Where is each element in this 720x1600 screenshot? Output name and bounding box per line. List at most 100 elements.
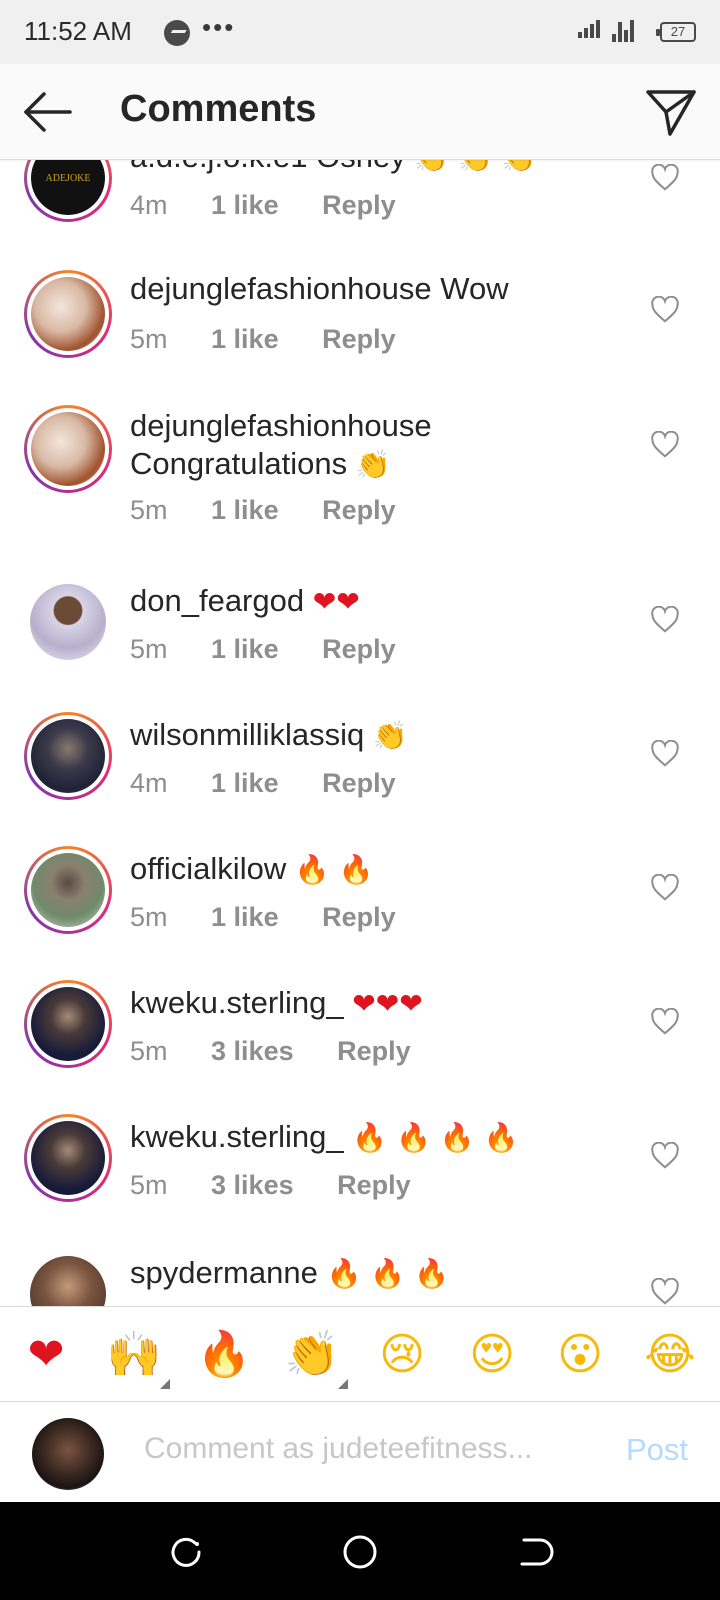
- variant-indicator: [160, 1379, 170, 1389]
- comment-likes[interactable]: 1 like: [211, 768, 279, 798]
- raised-hands-icon: 🙌: [106, 1329, 162, 1380]
- heart-icon[interactable]: [650, 740, 680, 768]
- heart-icon[interactable]: [650, 1278, 680, 1306]
- comment-text: kweku.sterling_ ❤❤❤: [130, 984, 630, 1023]
- comment-time: 4m: [130, 768, 168, 798]
- reply-button[interactable]: Reply: [322, 190, 396, 220]
- avatar[interactable]: [24, 578, 112, 666]
- post-button[interactable]: Post: [626, 1432, 688, 1468]
- comment-meta: 5m 1 like Reply: [130, 495, 432, 526]
- comment-meta: 5m 3 likes Reply: [130, 1036, 447, 1067]
- comment-text: officialkilow 🔥 🔥: [130, 850, 630, 889]
- home-icon[interactable]: [336, 1528, 384, 1576]
- comment-likes[interactable]: 1 like: [211, 495, 279, 525]
- emoji-heart-button[interactable]: ❤: [16, 1325, 76, 1385]
- heart-icon[interactable]: [650, 296, 680, 324]
- heart-icon[interactable]: [650, 1142, 680, 1170]
- comment-text: kweku.sterling_ 🔥 🔥 🔥 🔥: [130, 1118, 630, 1157]
- emoji-heart-eyes-button[interactable]: 😍: [462, 1325, 522, 1385]
- comment-text: spydermanne 🔥 🔥 🔥: [130, 1254, 630, 1293]
- emoji-surprised-button[interactable]: 😮: [550, 1325, 610, 1385]
- signal-2-icon: [612, 20, 636, 44]
- comment-likes[interactable]: 3 likes: [211, 1036, 294, 1066]
- reply-button[interactable]: Reply: [322, 495, 396, 525]
- avatar[interactable]: [24, 1250, 112, 1306]
- comment-likes[interactable]: 1 like: [211, 902, 279, 932]
- reply-button[interactable]: Reply: [322, 768, 396, 798]
- heart-icon[interactable]: [650, 164, 680, 192]
- page-title: Comments: [120, 88, 317, 130]
- battery-icon: 27: [656, 22, 696, 42]
- comment-likes[interactable]: 1 like: [211, 324, 279, 354]
- comment-username[interactable]: dejunglefashionhouse: [130, 407, 630, 445]
- comment-meta: 4m 1 like Reply: [130, 768, 432, 799]
- heart-icon[interactable]: [650, 1008, 680, 1036]
- comments-list[interactable]: ADEJOKE a.d.e.j.o.k.e1 Oshey 👏 👏 👏 4m 1 …: [0, 160, 720, 1306]
- emoji-fire-button[interactable]: 🔥: [194, 1325, 254, 1385]
- comment-username[interactable]: a.d.e.j.o.k.e1: [130, 160, 308, 174]
- battery-level: 27: [670, 24, 686, 39]
- comment-text: don_feargod ❤❤: [130, 582, 630, 621]
- messenger-icon: [164, 20, 190, 46]
- avatar[interactable]: [24, 712, 112, 800]
- comment-body: Oshey: [316, 160, 406, 174]
- emoji-laughing-button[interactable]: 😂: [640, 1325, 700, 1385]
- comment-username[interactable]: kweku.sterling_: [130, 1119, 344, 1154]
- comment-username[interactable]: wilsonmilliklassiq: [130, 717, 364, 752]
- comment-likes[interactable]: 3 likes: [211, 1170, 294, 1200]
- comment-text: dejunglefashionhouse Wow: [130, 270, 630, 308]
- heart-icon[interactable]: [650, 606, 680, 634]
- comment-text: wilsonmilliklassiq 👏: [130, 716, 630, 755]
- back-nav-icon[interactable]: [510, 1528, 558, 1576]
- comment-input[interactable]: [144, 1432, 564, 1466]
- emoji-raised-hands-button[interactable]: 🙌: [104, 1325, 170, 1389]
- reply-button[interactable]: Reply: [337, 1036, 411, 1066]
- comment-likes[interactable]: 1 like: [211, 634, 279, 664]
- share-button[interactable]: [640, 82, 700, 142]
- comment-emoji: 🔥 🔥 🔥 🔥: [352, 1121, 519, 1154]
- comment-emoji: 🔥 🔥: [294, 853, 374, 886]
- comment-emoji: ❤❤: [312, 585, 360, 618]
- comment-time: 5m: [130, 324, 168, 354]
- comment-time: 5m: [130, 634, 168, 664]
- reply-button[interactable]: Reply: [337, 1170, 411, 1200]
- comment-username[interactable]: don_feargod: [130, 583, 304, 618]
- comment-username[interactable]: dejunglefashionhouse: [130, 271, 432, 306]
- comment-time: 4m: [130, 190, 168, 220]
- avatar[interactable]: [24, 405, 112, 493]
- avatar[interactable]: [24, 270, 112, 358]
- avatar[interactable]: [24, 1114, 112, 1202]
- comment-time: 5m: [130, 1170, 168, 1200]
- variant-indicator: [338, 1379, 348, 1389]
- comment-emoji: 👏: [372, 719, 408, 752]
- recent-apps-icon[interactable]: [162, 1528, 210, 1576]
- back-button[interactable]: [18, 82, 78, 142]
- more-notifications-icon: •••: [202, 12, 236, 42]
- comment-meta: 5m 1 like Reply: [130, 634, 432, 665]
- paper-plane-icon: [646, 90, 696, 136]
- avatar[interactable]: [24, 846, 112, 934]
- avatar[interactable]: [24, 980, 112, 1068]
- heart-icon[interactable]: [650, 431, 680, 459]
- comment-username[interactable]: kweku.sterling_: [130, 985, 344, 1020]
- comment-meta: 5m 1 like Reply: [130, 324, 432, 355]
- emoji-crying-button[interactable]: 😢: [372, 1325, 432, 1385]
- arrow-left-icon: [24, 92, 72, 132]
- heart-icon[interactable]: [650, 874, 680, 902]
- comment-time: 5m: [130, 1036, 168, 1066]
- comment-username[interactable]: officialkilow: [130, 851, 286, 886]
- comment-meta: 4m 1 like Reply: [130, 190, 432, 221]
- reply-button[interactable]: Reply: [322, 902, 396, 932]
- reply-button[interactable]: Reply: [322, 634, 396, 664]
- comment-meta: 5m 1 like Reply: [130, 902, 432, 933]
- comment-likes[interactable]: 1 like: [211, 190, 279, 220]
- comment-body: Wow: [440, 271, 509, 306]
- avatar[interactable]: ADEJOKE: [24, 160, 112, 222]
- comment-username[interactable]: spydermanne: [130, 1255, 318, 1290]
- comment-emoji: 👏: [355, 448, 391, 481]
- comment-body: Congratulations: [130, 446, 348, 481]
- emoji-clap-button[interactable]: 👏: [282, 1325, 348, 1389]
- comment-meta: 5m 3 likes Reply: [130, 1170, 447, 1201]
- reply-button[interactable]: Reply: [322, 324, 396, 354]
- comment-composer: Post: [0, 1402, 720, 1502]
